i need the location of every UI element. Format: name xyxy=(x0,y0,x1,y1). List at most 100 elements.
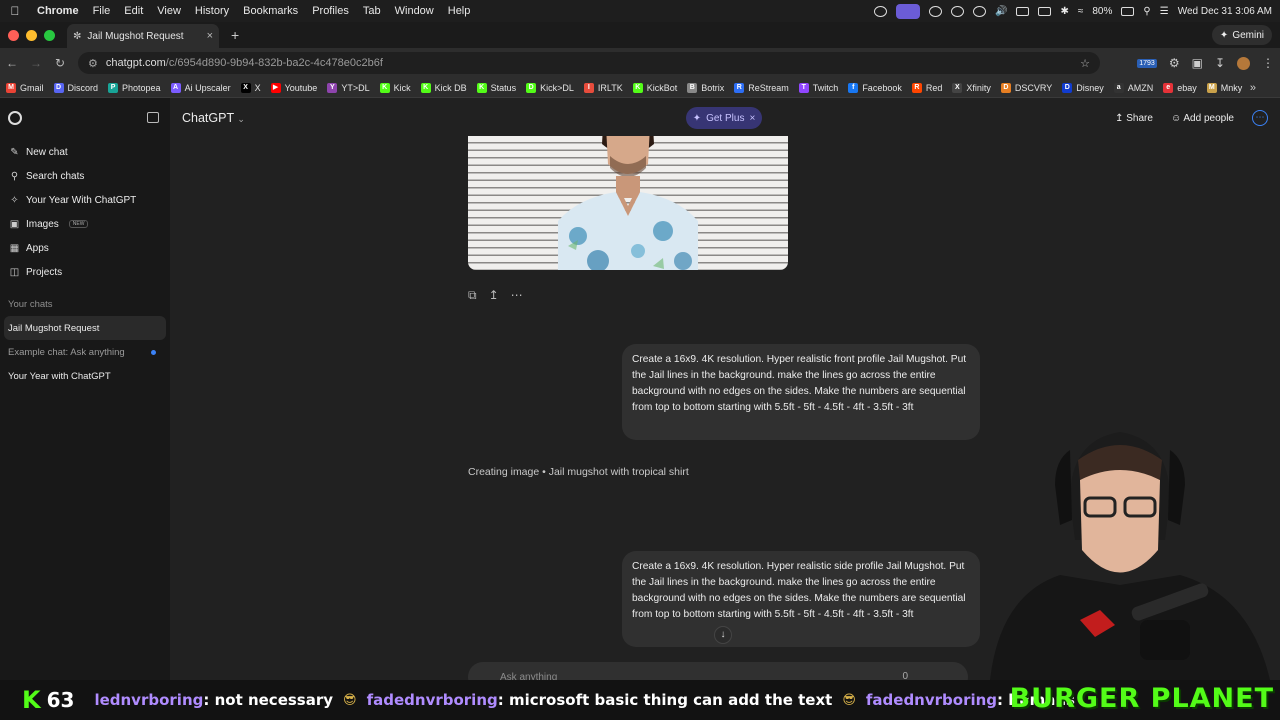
chat-item[interactable]: Your Year with ChatGPT xyxy=(0,364,170,388)
sidebar-item-images[interactable]: ▣ Images NEW xyxy=(0,212,170,236)
chat-item[interactable]: Example chat: Ask anything xyxy=(0,340,170,364)
active-tab[interactable]: ✼ Jail Mugshot Request × xyxy=(67,24,219,48)
sidebar-item-new-chat[interactable]: ✎ New chat xyxy=(0,140,170,164)
play-icon[interactable] xyxy=(973,5,987,17)
more-options-icon[interactable]: ⋯ xyxy=(1252,110,1268,126)
bluetooth-icon[interactable]: ✱ xyxy=(1060,6,1068,17)
menu-bookmarks[interactable]: Bookmarks xyxy=(236,5,305,17)
menu-app-name[interactable]: Chrome xyxy=(30,5,86,17)
bookmarks-bar: M Gmail D Discord P Photopea A Ai Upscaler X X ▶ Yo… xyxy=(0,78,1280,98)
sidebar-item-search-chats[interactable]: ⚲ Search chats xyxy=(0,164,170,188)
gemini-button[interactable]: ✦ Gemini xyxy=(1211,25,1272,45)
apple-icon[interactable]:  xyxy=(0,4,30,18)
monitor-icon[interactable] xyxy=(1038,6,1052,16)
new-tab-button[interactable]: + xyxy=(231,27,239,43)
close-tab-icon[interactable]: × xyxy=(207,30,213,42)
volume-icon[interactable]: 🔊 xyxy=(995,6,1007,17)
cast-icon[interactable]: ▣ xyxy=(1192,56,1203,70)
address-bar[interactable]: ⚙ chatgpt.com/c/6954d890-9b94-832b-ba2c-… xyxy=(78,52,1100,74)
menu-edit[interactable]: Edit xyxy=(117,5,150,17)
bookmark-favicon-icon: M xyxy=(6,82,16,93)
reload-icon[interactable]: ↻ xyxy=(48,56,72,70)
bookmark-item[interactable]: A Ai Upscaler xyxy=(170,82,231,93)
spotlight-icon[interactable]: ⚲ xyxy=(1143,6,1150,17)
bookmark-item[interactable]: I IRLTK xyxy=(583,82,623,93)
bookmarks-overflow-icon[interactable]: » xyxy=(1250,82,1256,94)
battery-icon[interactable] xyxy=(1121,6,1135,16)
add-people-button[interactable]: ☺ Add people xyxy=(1171,113,1234,124)
bookmark-item[interactable]: R ReStream xyxy=(734,82,789,93)
bookmark-item[interactable]: K Status xyxy=(476,82,516,93)
minimize-window-button[interactable] xyxy=(26,29,37,41)
copy-icon[interactable]: ⧉ xyxy=(468,288,477,303)
wifi-icon[interactable]: ≈ xyxy=(1078,6,1084,17)
menu-window[interactable]: Window xyxy=(388,5,441,17)
battery-percent[interactable]: 80% xyxy=(1092,6,1112,17)
forward-icon[interactable]: → xyxy=(24,56,48,70)
bookmark-item[interactable]: B Botrix xyxy=(687,82,724,93)
bookmark-item[interactable]: D Discord xyxy=(53,82,98,93)
composer-input[interactable]: Ask anything 0 xyxy=(468,662,968,680)
close-icon[interactable]: × xyxy=(749,113,755,124)
bookmark-item[interactable]: X Xfinity xyxy=(952,82,991,93)
bookmark-item[interactable]: Y YT>DL xyxy=(327,82,370,93)
bookmark-item[interactable]: M Mnky xyxy=(1206,82,1242,93)
model-selector[interactable]: ChatGPT ⌄ xyxy=(182,111,245,125)
scroll-down-button[interactable]: ↓ xyxy=(714,626,732,644)
zoom-window-button[interactable] xyxy=(44,29,55,41)
bookmark-item[interactable]: XX xyxy=(240,82,261,93)
bookmark-item[interactable]: K KickBot xyxy=(632,82,677,93)
plus-sparkle-icon: ✦ xyxy=(692,112,702,124)
bookmark-item[interactable]: K Kick DB xyxy=(420,82,467,93)
extension-badge[interactable]: 1793 xyxy=(1137,58,1157,68)
sidebar-toggle-icon[interactable] xyxy=(147,112,159,123)
bookmark-item[interactable]: K Kick xyxy=(379,82,411,93)
menu-tab[interactable]: Tab xyxy=(356,5,388,17)
clock[interactable]: Wed Dec 31 3:06 AM xyxy=(1178,6,1272,17)
bookmark-item[interactable]: e ebay xyxy=(1163,82,1197,93)
grid-icon[interactable] xyxy=(929,5,943,17)
site-info-icon[interactable]: ⚙ xyxy=(88,57,98,70)
user-circle-icon[interactable] xyxy=(951,5,965,17)
bookmark-item[interactable]: R Red xyxy=(911,82,942,93)
sidebar-item-apps[interactable]: ▦ Apps xyxy=(0,236,170,260)
menu-file[interactable]: File xyxy=(86,5,118,17)
bookmark-favicon-icon: D xyxy=(1000,82,1011,93)
bookmark-item[interactable]: M Gmail xyxy=(6,82,44,93)
status-extra-icon[interactable] xyxy=(874,5,888,17)
bookmark-favicon-icon: P xyxy=(108,82,119,93)
bookmark-item[interactable]: T Twitch xyxy=(798,82,838,93)
get-plus-button[interactable]: ✦ Get Plus × xyxy=(686,107,762,129)
chat-item-active[interactable]: Jail Mugshot Request xyxy=(4,316,166,340)
chatgpt-logo-icon[interactable] xyxy=(8,111,22,125)
bookmark-item[interactable]: f Facebook xyxy=(848,82,902,93)
bookmark-item[interactable]: D DSCVRY xyxy=(1000,82,1052,93)
share-icon[interactable]: ↥ xyxy=(489,288,499,303)
close-window-button[interactable] xyxy=(8,29,19,41)
share-button[interactable]: ↥ Share xyxy=(1115,113,1153,124)
chrome-menu-icon[interactable]: ⋮ xyxy=(1262,56,1274,70)
bookmark-item[interactable]: P Photopea xyxy=(108,82,161,93)
bookmark-item[interactable]: D Disney xyxy=(1062,82,1104,93)
bookmark-item[interactable]: a AMZN xyxy=(1113,82,1153,93)
url-path: /c/6954d890-9b94-832b-ba2c-4c478e0c2b6f xyxy=(165,57,383,69)
screen-share-icon[interactable] xyxy=(896,3,921,19)
control-center-icon[interactable]: ☰ xyxy=(1160,6,1169,17)
profile-avatar[interactable] xyxy=(1237,56,1250,70)
sidebar-item-projects[interactable]: ◫ Projects xyxy=(0,260,170,284)
your-chats-heading: Your chats xyxy=(8,299,53,310)
display-icon[interactable] xyxy=(1016,6,1030,16)
extensions-icon[interactable]: ⚙ xyxy=(1169,56,1180,70)
bookmark-item[interactable]: D Kick>DL xyxy=(526,82,574,93)
more-dots-icon[interactable]: ⋯ xyxy=(511,288,523,303)
menu-profiles[interactable]: Profiles xyxy=(305,5,356,17)
menu-history[interactable]: History xyxy=(188,5,236,17)
menu-help[interactable]: Help xyxy=(441,5,478,17)
bookmark-item[interactable]: ▶ Youtube xyxy=(270,82,317,93)
back-icon[interactable]: ← xyxy=(0,56,24,70)
bookmark-star-icon[interactable]: ☆ xyxy=(1080,57,1090,70)
generated-image[interactable] xyxy=(468,136,788,270)
sidebar-item-your-year[interactable]: ✧ Your Year With ChatGPT xyxy=(0,188,170,212)
menu-view[interactable]: View xyxy=(150,5,188,17)
download-icon[interactable]: ↧ xyxy=(1215,56,1225,70)
